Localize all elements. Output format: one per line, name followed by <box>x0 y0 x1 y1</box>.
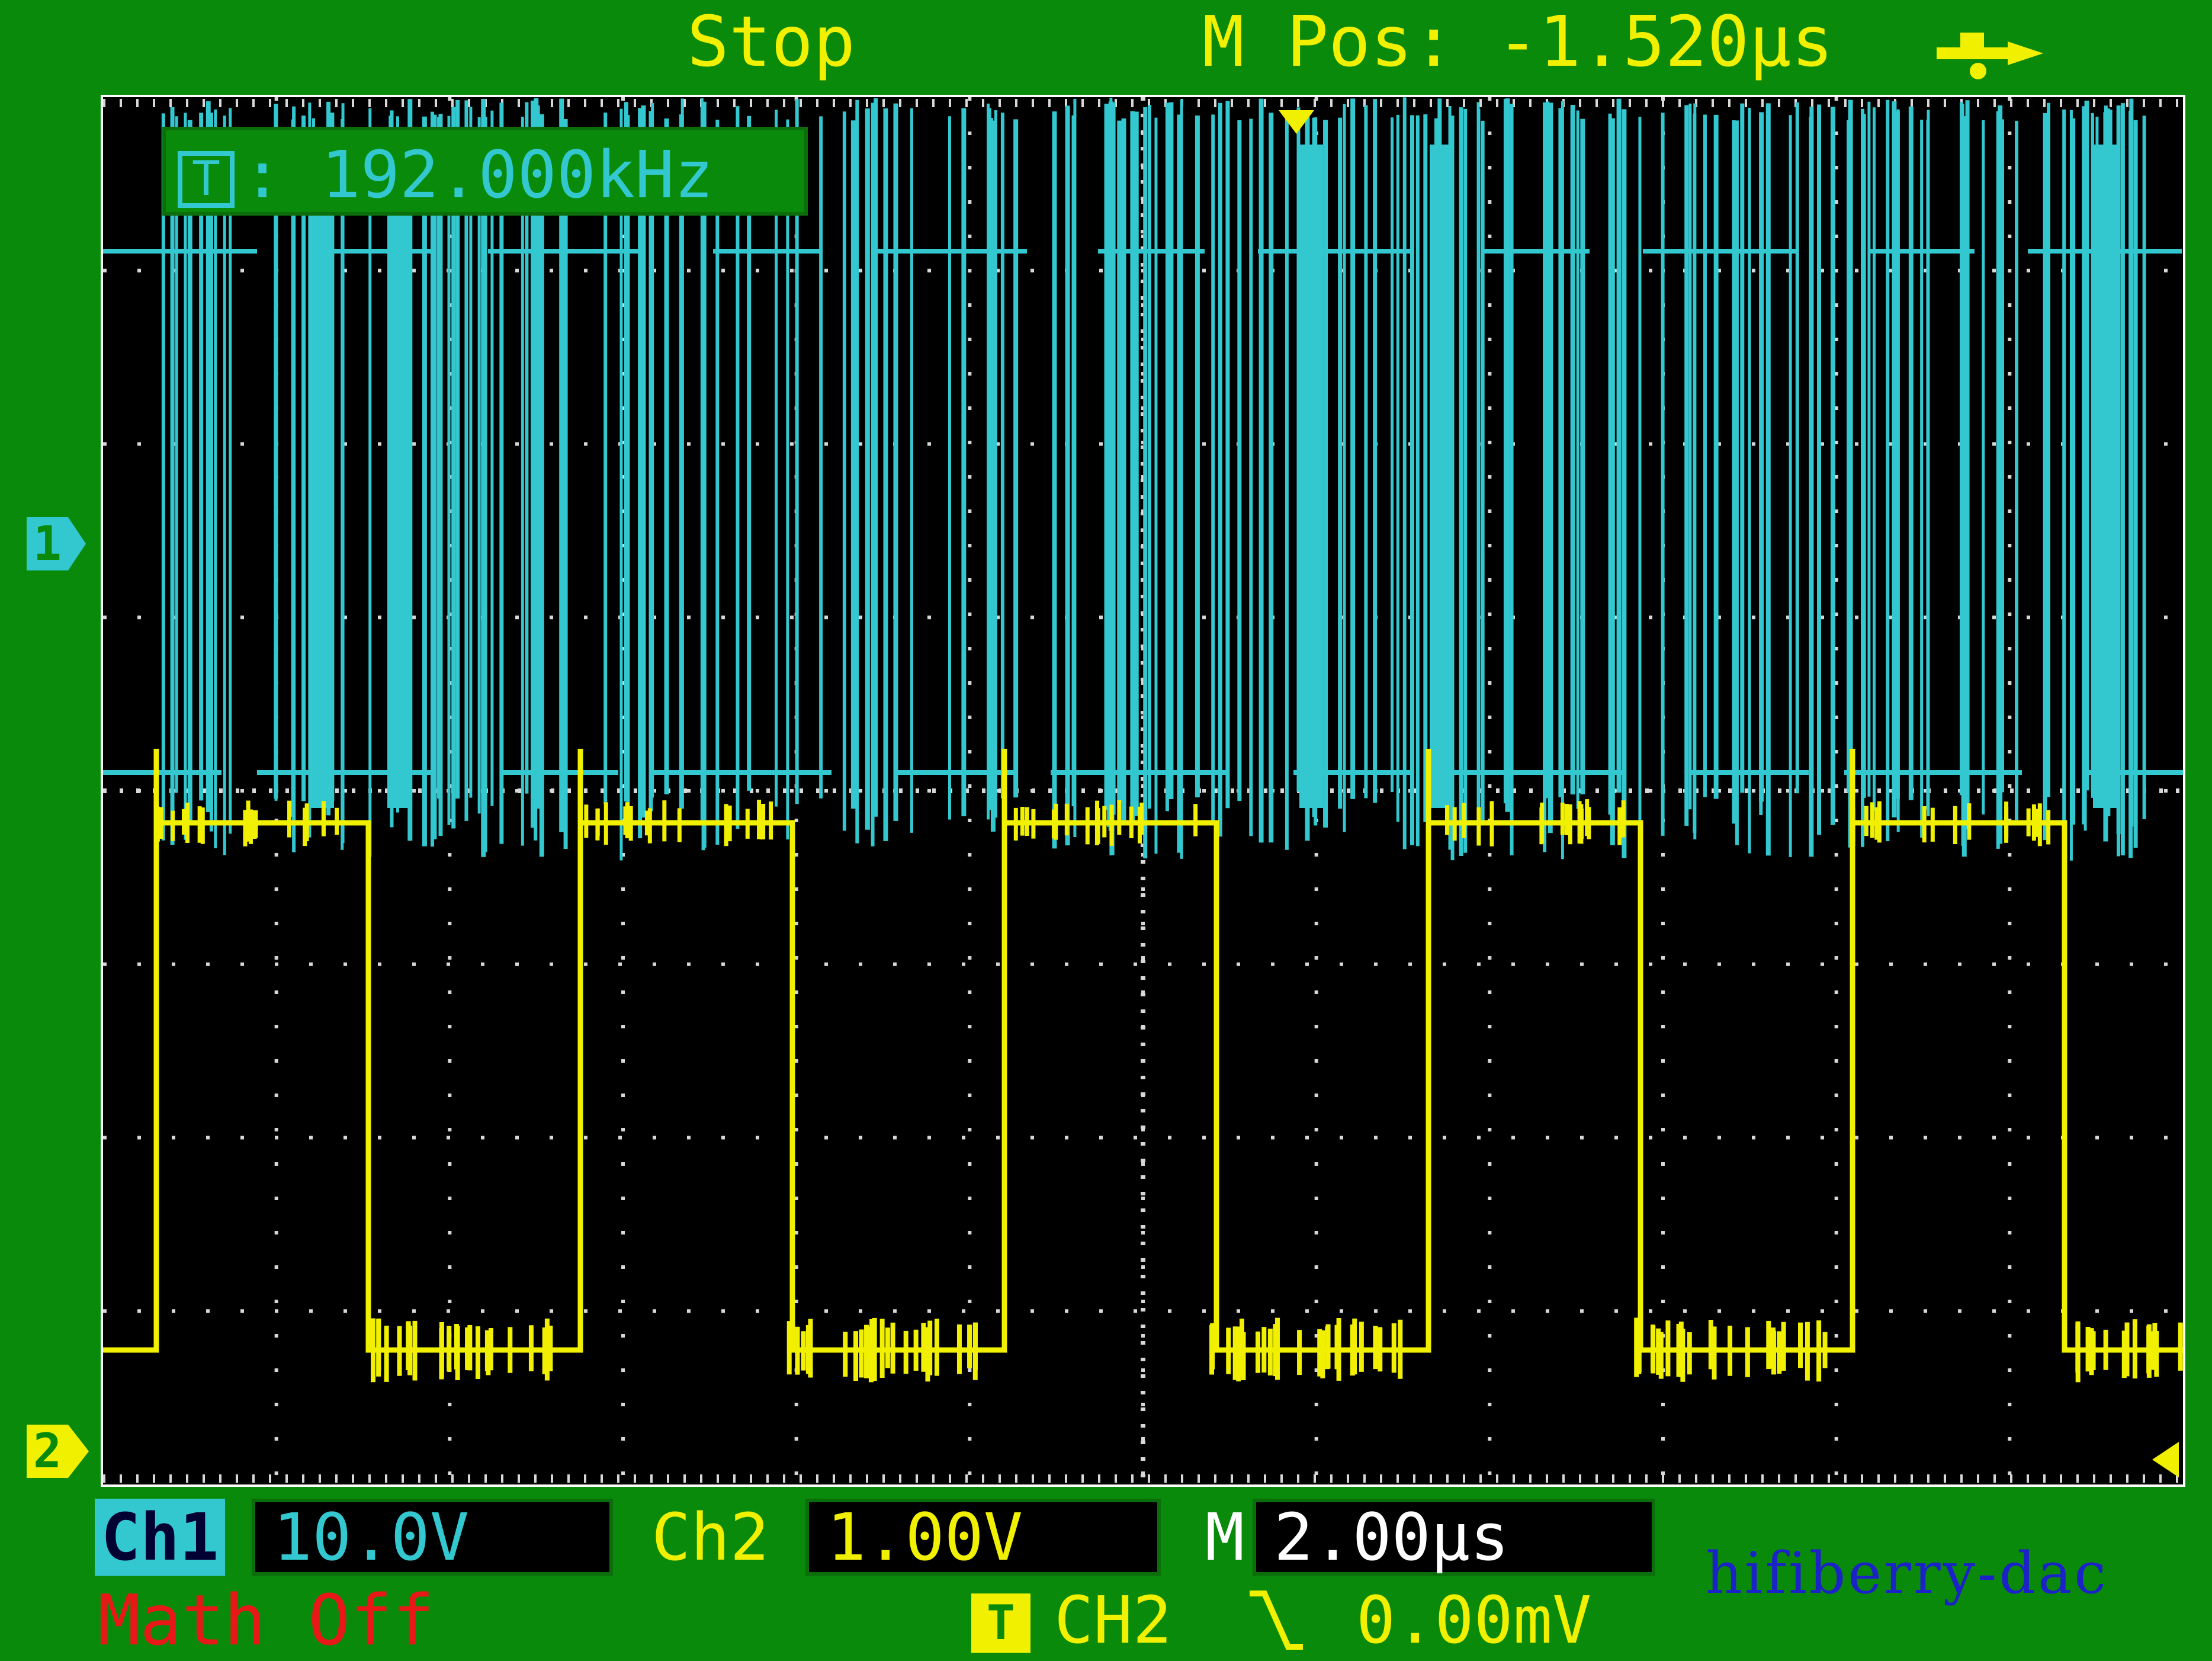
ch2-label[interactable]: Ch2 <box>651 1499 769 1576</box>
ch1-volts-div: 10.0V <box>252 1499 613 1576</box>
ch1-burst <box>387 145 411 808</box>
ch1-burst <box>310 145 334 808</box>
ch1-label[interactable]: Ch1 <box>95 1499 225 1576</box>
waveform-display[interactable]: T: 192.000kHz <box>101 95 2185 1487</box>
watermark-text: hifiberry-dac <box>1706 1540 2108 1607</box>
ch2-ground-marker[interactable]: 2 <box>27 1422 92 1481</box>
run-state: Stop <box>687 1 856 82</box>
ch1-burst <box>1299 145 1323 808</box>
ch1-ground-marker[interactable]: 1 <box>27 514 86 573</box>
timebase-label[interactable]: M <box>1205 1499 1244 1576</box>
falling-edge-icon <box>1250 1591 1303 1650</box>
trigger-level: 0.00mV <box>1356 1582 1592 1658</box>
ch2-volts-div: 1.00V <box>805 1499 1161 1576</box>
frequency-value: 192.000kHz <box>321 137 714 213</box>
ch1-burst <box>1430 145 1453 808</box>
trigger-level-arrow-icon <box>2152 1442 2179 1477</box>
ch1-marker-label: 1 <box>33 516 62 571</box>
usb-icon <box>1937 33 2043 79</box>
ch2-marker-label: 2 <box>33 1423 62 1479</box>
frequency-readout: T: 192.000kHz <box>162 127 808 216</box>
frequency-separator: : <box>243 137 282 213</box>
trigger-icon: T <box>971 1593 1030 1653</box>
horizontal-position: M Pos: -1.520µs <box>1202 1 1834 82</box>
trigger-icon: T <box>178 150 235 208</box>
timebase-sec-div: 2.00µs <box>1253 1499 1655 1576</box>
math-status: Math Off <box>98 1579 435 1661</box>
trigger-source: CH2 <box>1054 1582 1172 1658</box>
waveform-svg <box>103 97 2183 1484</box>
graticule <box>103 97 2183 1484</box>
ch1-burst <box>2093 145 2117 808</box>
